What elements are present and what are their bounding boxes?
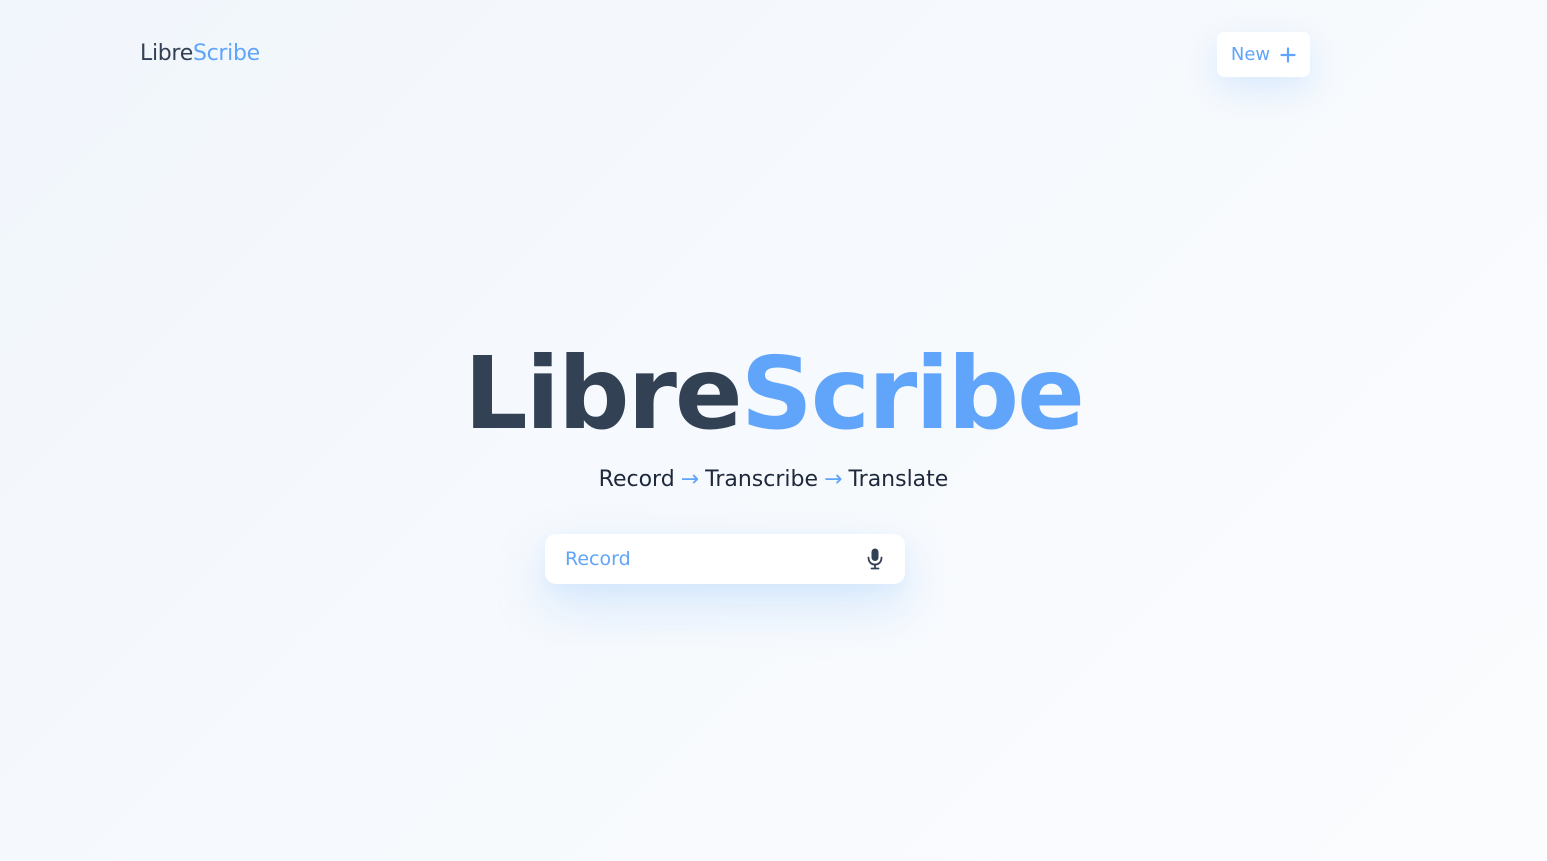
app-page: LibreScribe New LibreScribe Record → Trans…	[0, 0, 1547, 861]
brand-logo-libre: Libre	[140, 41, 193, 66]
brand-logo: LibreScribe	[140, 38, 260, 70]
arrow-right-icon: →	[824, 467, 843, 492]
hero-section: LibreScribe Record → Transcribe → Translate	[0, 330, 1547, 495]
tagline-step-record: Record	[598, 467, 675, 492]
hero-title: LibreScribe	[0, 330, 1547, 458]
record-button[interactable]: Record	[545, 534, 905, 584]
hero-title-libre: Libre	[463, 335, 743, 452]
new-button[interactable]: New	[1217, 32, 1310, 77]
top-bar: LibreScribe New	[0, 0, 1547, 110]
record-control: Record	[545, 534, 905, 584]
workflow-tagline: Record → Transcribe → Translate	[0, 465, 1547, 495]
new-button-label: New	[1230, 43, 1271, 65]
microphone-icon	[865, 547, 885, 571]
record-button-label: Record	[565, 548, 631, 570]
arrow-right-icon: →	[680, 467, 700, 492]
plus-icon	[1280, 46, 1296, 63]
brand-logo-scribe: Scribe	[192, 41, 260, 66]
tagline-step-translate: Translate	[848, 467, 949, 492]
hero-title-scribe: Scribe	[740, 335, 1085, 452]
tagline-step-transcribe: Transcribe	[705, 467, 818, 492]
